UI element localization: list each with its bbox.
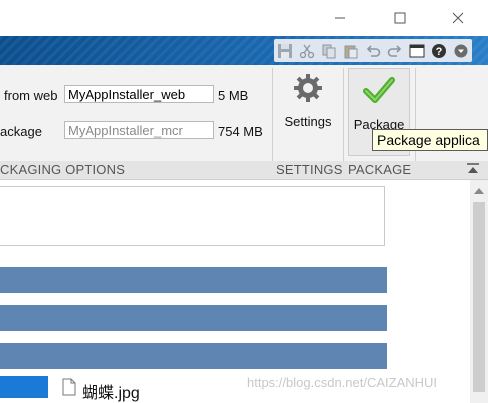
settings-button[interactable]: Settings [278,72,338,129]
maximize-icon [394,12,406,24]
section-header-bar[interactable] [0,343,387,369]
minimize-icon [335,17,345,19]
package-installer-size: 754 MB [218,124,263,139]
paste-button[interactable] [340,39,362,62]
title-bar [0,0,488,36]
help-button[interactable]: ? [428,39,450,62]
undo-button[interactable] [362,39,384,62]
dropdown-icon [454,44,468,57]
window-layout-button[interactable] [406,39,428,62]
packaging-options-group-label: CKAGING OPTIONS [0,162,126,177]
watermark-text: https://blog.csdn.net/CAIZANHUI [247,375,438,390]
file-name[interactable]: 蝴蝶.jpg [82,379,140,403]
close-icon [452,12,464,24]
quick-access-toolbar: ? [274,39,472,62]
paste-icon [344,45,358,58]
help-icon: ? [432,43,446,58]
copy-button[interactable] [318,39,340,62]
file-icon [62,378,76,396]
web-installer-label: from web [4,88,58,103]
section-header-bar[interactable] [0,267,387,293]
copy-icon [322,44,336,58]
package-group-label: PACKAGE [348,162,412,177]
package-tooltip: Package applica [372,129,488,151]
package-installer-label: ackage [0,124,42,139]
settings-group-label: SETTINGS [276,162,343,177]
gear-icon [294,74,322,102]
close-button[interactable] [438,0,478,36]
cut-icon [299,44,315,58]
cut-button[interactable] [296,39,318,62]
web-installer-name-field[interactable]: MyAppInstaller_web [64,85,214,103]
redo-icon [387,44,402,57]
save-icon [278,43,292,58]
collapse-ribbon-icon[interactable] [466,162,480,176]
checkmark-icon [363,77,395,103]
ribbon-group-labels: CKAGING OPTIONS SETTINGS PACKAGE [0,161,488,180]
section-header-bar[interactable] [0,305,387,331]
settings-button-label: Settings [284,114,332,129]
selected-item-highlight[interactable] [0,376,48,398]
scroll-up-icon[interactable] [474,188,484,194]
package-installer-name-field[interactable]: MyAppInstaller_mcr [64,121,214,139]
description-panel [0,186,385,246]
quick-access-dropdown[interactable] [450,39,472,62]
save-button[interactable] [274,39,296,62]
svg-text:?: ? [436,46,443,58]
redo-button[interactable] [384,39,406,62]
maximize-button[interactable] [380,0,420,36]
vertical-scrollbar[interactable] [470,180,488,403]
quick-access-bar: ? [0,36,488,65]
undo-icon [366,44,381,57]
minimize-button[interactable] [320,0,360,36]
web-installer-size: 5 MB [218,88,249,103]
scrollbar-thumb[interactable] [473,202,485,392]
window-layout-icon [409,44,425,57]
